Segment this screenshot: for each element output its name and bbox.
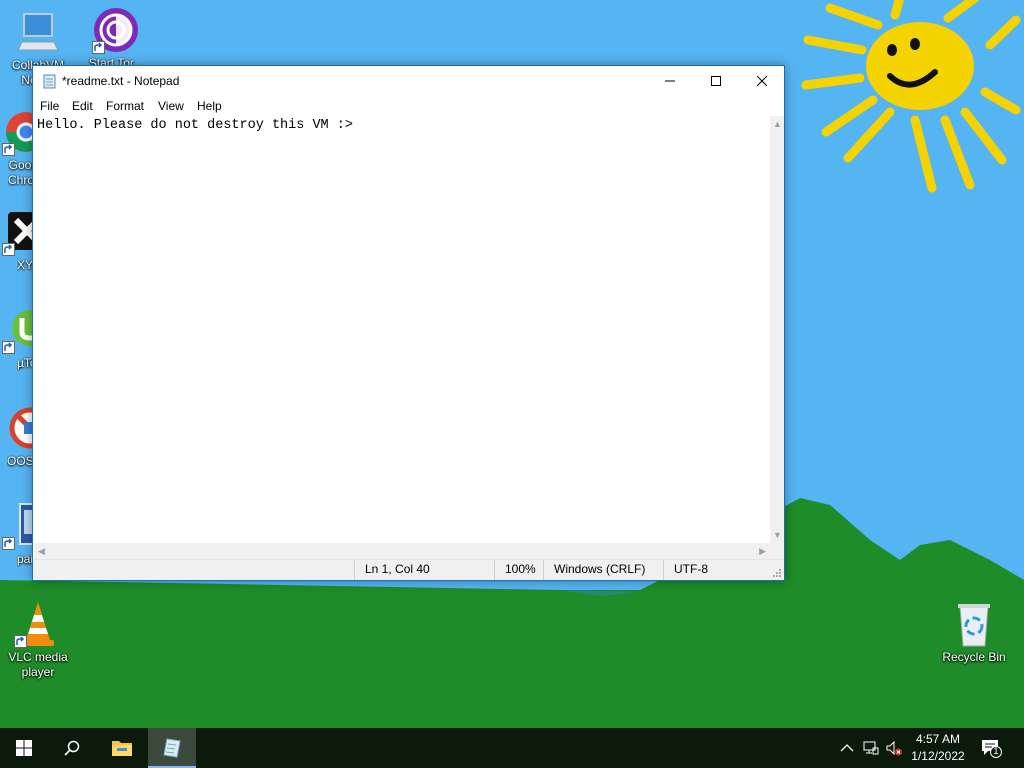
network-icon[interactable] <box>863 740 879 756</box>
scroll-left-icon[interactable]: ◀ <box>38 546 45 557</box>
desktop-icon-recycle-bin[interactable]: Recycle Bin <box>938 600 1010 665</box>
menu-bar: File Edit Format View Help <box>33 97 784 116</box>
scrollbar-corner <box>770 543 784 559</box>
chevron-up-icon[interactable] <box>839 740 855 756</box>
close-icon <box>757 76 767 86</box>
editor-content: Hello. Please do not destroy this VM :> <box>37 118 353 133</box>
resize-grip-icon[interactable] <box>773 569 781 577</box>
desktop-icon-label: Recycle Bin <box>942 650 1006 664</box>
horizontal-scrollbar[interactable]: ◀ ▶ <box>34 543 770 559</box>
notepad-icon <box>163 738 181 758</box>
menu-format[interactable]: Format <box>106 99 144 113</box>
windows-logo-icon <box>16 740 32 756</box>
recycle-bin-icon <box>950 600 998 648</box>
shortcut-arrow-icon <box>2 143 15 156</box>
status-zoom: 100% <box>494 560 543 580</box>
notepad-icon <box>43 74 56 89</box>
minimize-icon <box>665 80 675 82</box>
scroll-down-icon[interactable]: ▼ <box>773 530 782 540</box>
menu-edit[interactable]: Edit <box>72 99 93 113</box>
menu-file[interactable]: File <box>40 99 59 113</box>
status-encoding: UTF-8 <box>663 560 773 580</box>
computer-icon <box>14 8 62 56</box>
maximize-button[interactable] <box>693 66 739 96</box>
vertical-scrollbar[interactable]: ▲ ▼ <box>770 116 784 543</box>
scroll-up-icon[interactable]: ▲ <box>773 119 782 129</box>
status-bar: Ln 1, Col 40 100% Windows (CRLF) UTF-8 <box>33 559 784 580</box>
vlc-cone-icon <box>14 600 62 648</box>
volume-muted-icon[interactable] <box>886 740 902 756</box>
shortcut-arrow-icon <box>2 537 15 550</box>
action-center-button[interactable]: 1 <box>980 738 1002 758</box>
shortcut-arrow-icon <box>92 41 105 54</box>
search-button[interactable] <box>48 728 96 768</box>
notepad-titlebar[interactable]: *readme.txt - Notepad <box>33 66 784 97</box>
status-cursor-position: Ln 1, Col 40 <box>354 560 494 580</box>
menu-view[interactable]: View <box>158 99 184 113</box>
start-button[interactable] <box>0 728 48 768</box>
clock-date: 1/12/2022 <box>911 749 965 763</box>
shortcut-arrow-icon <box>2 243 15 256</box>
notification-count-badge: 1 <box>993 746 999 756</box>
text-editor[interactable]: Hello. Please do not destroy this VM :> <box>34 116 770 543</box>
system-clock[interactable]: 4:57 AM 1/12/2022 <box>905 731 971 765</box>
desktop-icon-tor[interactable]: Start Tor... <box>80 6 152 71</box>
shortcut-arrow-icon <box>2 341 15 354</box>
desktop-icon-vlc[interactable]: VLC media player <box>2 600 74 680</box>
clock-time: 4:57 AM <box>915 732 961 746</box>
taskbar-file-explorer[interactable] <box>98 728 146 768</box>
minimize-button[interactable] <box>647 66 693 96</box>
notepad-window[interactable]: *readme.txt - Notepad File Edit Format V… <box>32 65 785 581</box>
close-button[interactable] <box>739 66 785 96</box>
taskbar-notepad[interactable] <box>148 728 196 768</box>
status-line-ending: Windows (CRLF) <box>543 560 663 580</box>
maximize-icon <box>711 76 721 86</box>
taskbar: 4:57 AM 1/12/2022 1 <box>0 728 1024 768</box>
shortcut-arrow-icon <box>14 635 27 648</box>
search-icon <box>64 740 80 756</box>
menu-help[interactable]: Help <box>197 99 222 113</box>
scroll-right-icon[interactable]: ▶ <box>759 546 766 557</box>
window-title: *readme.txt - Notepad <box>62 74 180 88</box>
tor-browser-icon <box>92 6 140 54</box>
folder-icon <box>112 741 132 756</box>
desktop-icon-label: VLC media player <box>8 650 68 679</box>
